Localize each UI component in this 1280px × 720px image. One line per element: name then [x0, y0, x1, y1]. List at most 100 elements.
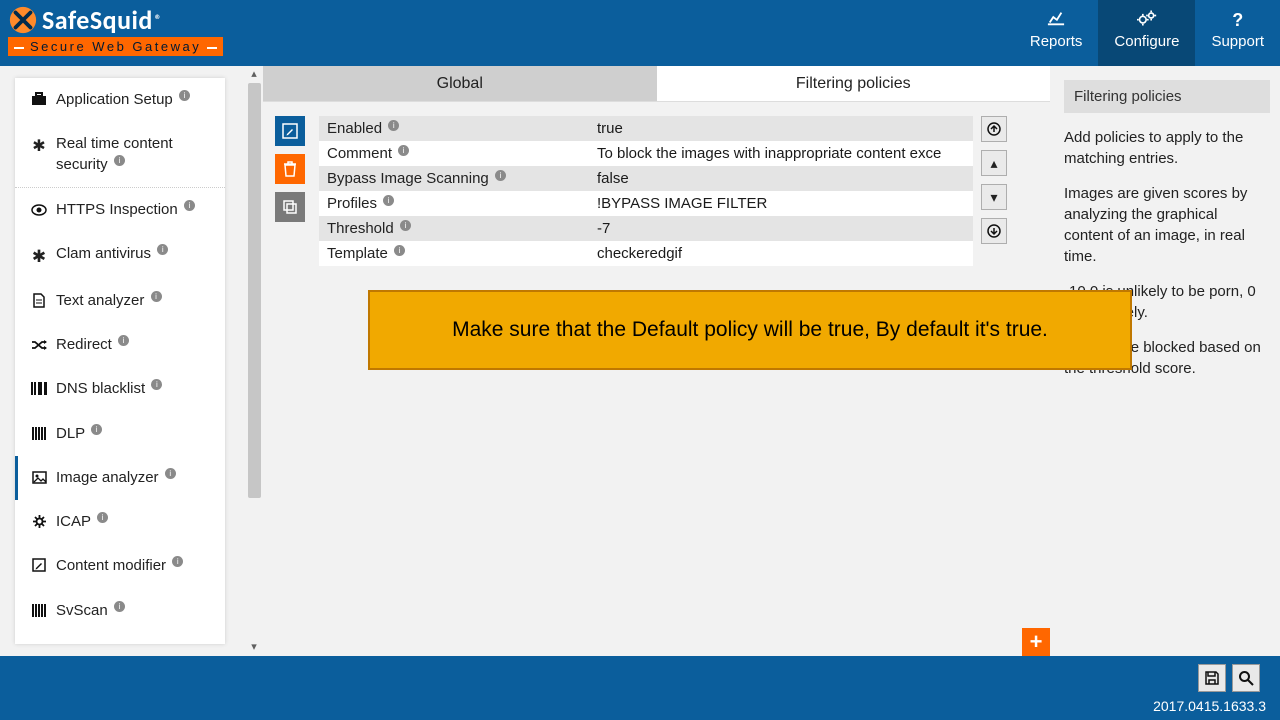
brand-name: SafeSquid®: [8, 4, 223, 36]
info-icon: i: [114, 155, 125, 166]
content-inner: Enabled itrueComment iTo block the image…: [263, 102, 1050, 266]
move-up-button[interactable]: ▴: [981, 150, 1007, 176]
footer: [0, 656, 1280, 720]
info-icon: i: [495, 170, 506, 181]
info-icon: i: [179, 90, 190, 101]
sidebar-item-https-inspection[interactable]: HTTPS Inspection i: [15, 188, 225, 232]
table-row: Profiles i!BYPASS IMAGE FILTER: [319, 191, 973, 216]
move-down-button[interactable]: ▾: [981, 184, 1007, 210]
sidebar-item-label: SvScan i: [56, 601, 125, 621]
brand-reg: ®: [155, 13, 162, 28]
sidebar-item-real-time-content-security[interactable]: ✱ Real time content security i: [15, 122, 225, 187]
image-icon: [28, 470, 50, 489]
tab-filtering-policies[interactable]: Filtering policies: [657, 66, 1051, 101]
info-icon: i: [184, 200, 195, 211]
sidebar-item-label: Content modifier i: [56, 556, 183, 576]
prop-key: Threshold i: [319, 216, 589, 241]
gear-icon: [28, 514, 50, 534]
info-icon: i: [383, 195, 394, 206]
edit-button[interactable]: [275, 116, 305, 146]
sidebar-item-svscan[interactable]: SvScan i: [15, 589, 225, 633]
sidebar-item-label: Real time content security i: [56, 134, 215, 175]
main-row: Application Setup i ✱ Real time content se…: [0, 66, 1280, 656]
prop-key: Profiles i: [319, 191, 589, 216]
tab-global[interactable]: Global: [263, 66, 657, 101]
sidebar-item-application-setup[interactable]: Application Setup i: [15, 78, 225, 122]
chart-icon: [1030, 10, 1083, 31]
brand-block: SafeSquid® Secure Web Gateway: [8, 4, 223, 56]
sidebar-item-clam-antivirus[interactable]: ✱Clam antivirus i: [15, 232, 225, 279]
cogs-icon: [1114, 10, 1179, 31]
right-panel-p2: Images are given scores by analyzing the…: [1064, 183, 1270, 267]
scroll-up-button[interactable]: ▴: [246, 66, 263, 83]
search-button[interactable]: [1232, 664, 1260, 692]
sidebar-item-image-analyzer[interactable]: Image analyzer i: [15, 456, 225, 500]
logo-icon: [8, 5, 38, 35]
save-button[interactable]: [1198, 664, 1226, 692]
table-row: Comment iTo block the images with inappr…: [319, 141, 973, 166]
sidebar-item-icap[interactable]: ICAP i: [15, 500, 225, 544]
info-icon: i: [97, 512, 108, 523]
sidebar-item-dns-blacklist[interactable]: DNS blacklist i: [15, 367, 225, 411]
annotation-note: Make sure that the Default policy will b…: [368, 290, 1132, 370]
eye-icon: [28, 202, 50, 221]
pencil-icon: [28, 558, 50, 577]
sidebar-item-label: Application Setup i: [56, 90, 190, 110]
sidebar-item-content-modifier[interactable]: Content modifier i: [15, 544, 225, 588]
footer-buttons: [1198, 664, 1260, 692]
info-icon: i: [398, 145, 409, 156]
nav-configure-label: Configure: [1114, 33, 1179, 50]
scroll-thumb[interactable]: [248, 83, 261, 498]
barcode-icon: [28, 381, 50, 400]
sidebar-scrollbar[interactable]: ▴ ▾: [245, 66, 263, 656]
copy-icon: [282, 199, 298, 215]
sidebar-outer: Application Setup i ✱ Real time content se…: [0, 66, 245, 656]
pencil-square-icon: [282, 123, 298, 139]
nav-reports[interactable]: Reports: [1014, 0, 1099, 66]
table-row: Enabled itrue: [319, 116, 973, 141]
add-policy-button[interactable]: +: [1022, 628, 1050, 656]
nav-support[interactable]: ? Support: [1195, 0, 1280, 66]
question-icon: ?: [1211, 10, 1264, 31]
top-bar: SafeSquid® Secure Web Gateway Reports Co…: [0, 0, 1280, 66]
nav-configure[interactable]: Configure: [1098, 0, 1195, 66]
sidebar-item-label: DLP i: [56, 424, 102, 444]
sidebar-item-dlp[interactable]: DLP i: [15, 412, 225, 456]
table-row: Bypass Image Scanning ifalse: [319, 166, 973, 191]
sidebar: Application Setup i ✱ Real time content se…: [15, 78, 225, 644]
nav-reports-label: Reports: [1030, 33, 1083, 50]
tool-column: [275, 116, 309, 266]
move-bottom-button[interactable]: [981, 218, 1007, 244]
reorder-column: ▴ ▾: [981, 116, 1011, 266]
right-panel-p1: Add policies to apply to the matching en…: [1064, 127, 1270, 169]
delete-button[interactable]: [275, 154, 305, 184]
sidebar-item-text-analyzer[interactable]: Text analyzer i: [15, 279, 225, 323]
briefcase-icon: [28, 92, 50, 111]
scroll-track[interactable]: [246, 83, 263, 639]
table-row: Template icheckeredgif: [319, 241, 973, 266]
star-icon: ✱: [28, 246, 50, 269]
move-top-button[interactable]: [981, 116, 1007, 142]
prop-value: true: [589, 116, 973, 141]
sidebar-item-label: Image analyzer i: [56, 468, 176, 488]
bars-icon: [28, 426, 50, 445]
bug-icon: ✱: [28, 136, 50, 158]
prop-value: false: [589, 166, 973, 191]
sidebar-item-label: Text analyzer i: [56, 291, 162, 311]
info-icon: i: [91, 424, 102, 435]
info-icon: i: [118, 335, 129, 346]
info-icon: i: [172, 556, 183, 567]
floppy-icon: [1204, 670, 1220, 686]
prop-value: -7: [589, 216, 973, 241]
right-panel-title: Filtering policies: [1064, 80, 1270, 113]
info-icon: i: [388, 120, 399, 131]
trash-icon: [283, 161, 297, 177]
sidebar-item-label: ICAP i: [56, 512, 108, 532]
random-icon: [28, 337, 50, 356]
nav-support-label: Support: [1211, 33, 1264, 50]
info-icon: i: [400, 220, 411, 231]
prop-value: checkeredgif: [589, 241, 973, 266]
scroll-down-button[interactable]: ▾: [246, 639, 263, 656]
sidebar-item-redirect[interactable]: Redirect i: [15, 323, 225, 367]
copy-button[interactable]: [275, 192, 305, 222]
